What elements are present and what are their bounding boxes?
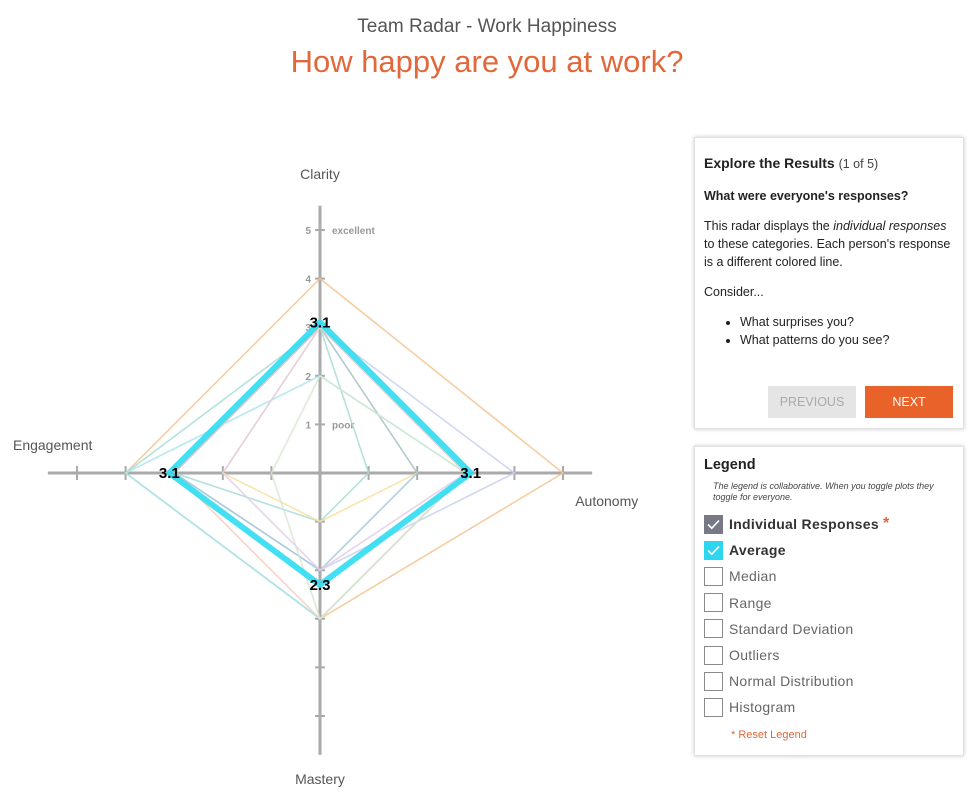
checkbox-icon[interactable] xyxy=(704,697,723,717)
tick-label: 1 xyxy=(305,420,311,431)
explore-desc-pre: This radar displays the xyxy=(704,219,834,233)
explore-desc-em: individual responses xyxy=(833,219,947,233)
legend-item-label: Histogram xyxy=(729,699,796,716)
explore-step-count: (1 of 5) xyxy=(838,157,879,171)
page-header: Team Radar - Work Happiness How happy ar… xyxy=(0,14,974,82)
checkbox-icon[interactable] xyxy=(704,514,723,534)
tick-label: 4 xyxy=(305,275,311,286)
legend-item-range[interactable]: Range xyxy=(704,590,954,616)
tick-label: 5 xyxy=(305,226,311,237)
axis-label-autonomy: Autonomy xyxy=(575,493,638,509)
individual-response-line xyxy=(124,374,468,620)
legend-item-average[interactable]: Average xyxy=(704,537,954,563)
checkbox-icon[interactable] xyxy=(704,671,723,691)
tick-annotation-excellent: excellent xyxy=(332,226,375,237)
legend-note: The legend is collaborative. When you to… xyxy=(713,481,934,502)
axis-label-clarity: Clarity xyxy=(300,166,340,182)
required-marker: * xyxy=(882,515,890,533)
legend-item-label: Average xyxy=(729,542,786,559)
data-label: 3.1 xyxy=(159,465,180,482)
data-label: 2.3 xyxy=(310,577,331,594)
axis-label-engagement: Engagement xyxy=(13,437,93,453)
legend-item-label: Median xyxy=(729,568,777,585)
explore-bullet: What patterns do you see? xyxy=(740,331,954,349)
explore-bullets: What surprises you? What patterns do you… xyxy=(704,313,954,349)
radar-chart: 12345poorexcellent3.13.12.33.1ClarityAut… xyxy=(13,166,638,787)
legend-item-histogram[interactable]: Histogram xyxy=(704,694,954,720)
explore-consider: Consider... xyxy=(704,285,764,299)
data-label: 3.1 xyxy=(310,314,331,331)
checkbox-icon[interactable] xyxy=(704,566,723,586)
explore-desc-post: to these categories. Each person's respo… xyxy=(704,237,951,269)
checkbox-icon[interactable] xyxy=(704,645,723,665)
checkbox-icon[interactable] xyxy=(704,619,723,639)
legend-item-label: Individual Responses xyxy=(729,516,879,533)
legend-panel: Legend The legend is collaborative. When… xyxy=(694,446,964,756)
legend-item-label: Standard Deviation xyxy=(729,620,854,637)
explore-panel: Explore the Results (1 of 5) What were e… xyxy=(694,137,964,429)
page-subtitle: Team Radar - Work Happiness xyxy=(357,16,617,37)
legend-item-label: Normal Distribution xyxy=(729,673,854,690)
legend-heading: Legend xyxy=(704,457,756,473)
checkbox-icon[interactable] xyxy=(704,540,723,560)
data-label: 3.1 xyxy=(460,465,481,482)
reset-legend-link[interactable]: * Reset Legend xyxy=(731,729,954,741)
explore-heading: Explore the Results (1 of 5) xyxy=(704,154,954,173)
explore-question: What were everyone's responses? xyxy=(704,189,909,203)
explore-nav: PREVIOUS NEXT xyxy=(768,386,953,418)
legend-item-normal-distribution[interactable]: Normal Distribution xyxy=(704,668,954,694)
next-button[interactable]: NEXT xyxy=(865,386,953,418)
checkbox-icon[interactable] xyxy=(704,593,723,613)
legend-item-standard-deviation[interactable]: Standard Deviation xyxy=(704,616,954,642)
legend-item-median[interactable]: Median xyxy=(704,563,954,589)
explore-description: This radar displays the individual respo… xyxy=(704,217,954,271)
legend-item-outliers[interactable]: Outliers xyxy=(704,642,954,668)
explore-bullet: What surprises you? xyxy=(740,313,954,331)
legend-item-individual-responses[interactable]: Individual Responses * xyxy=(704,511,954,537)
legend-item-label: Outliers xyxy=(729,647,780,664)
legend-item-label: Range xyxy=(729,594,772,611)
previous-button[interactable]: PREVIOUS xyxy=(768,386,856,418)
page-title: How happy are you at work? xyxy=(290,44,684,79)
axis-label-mastery: Mastery xyxy=(295,771,345,787)
explore-heading-text: Explore the Results xyxy=(704,155,835,171)
